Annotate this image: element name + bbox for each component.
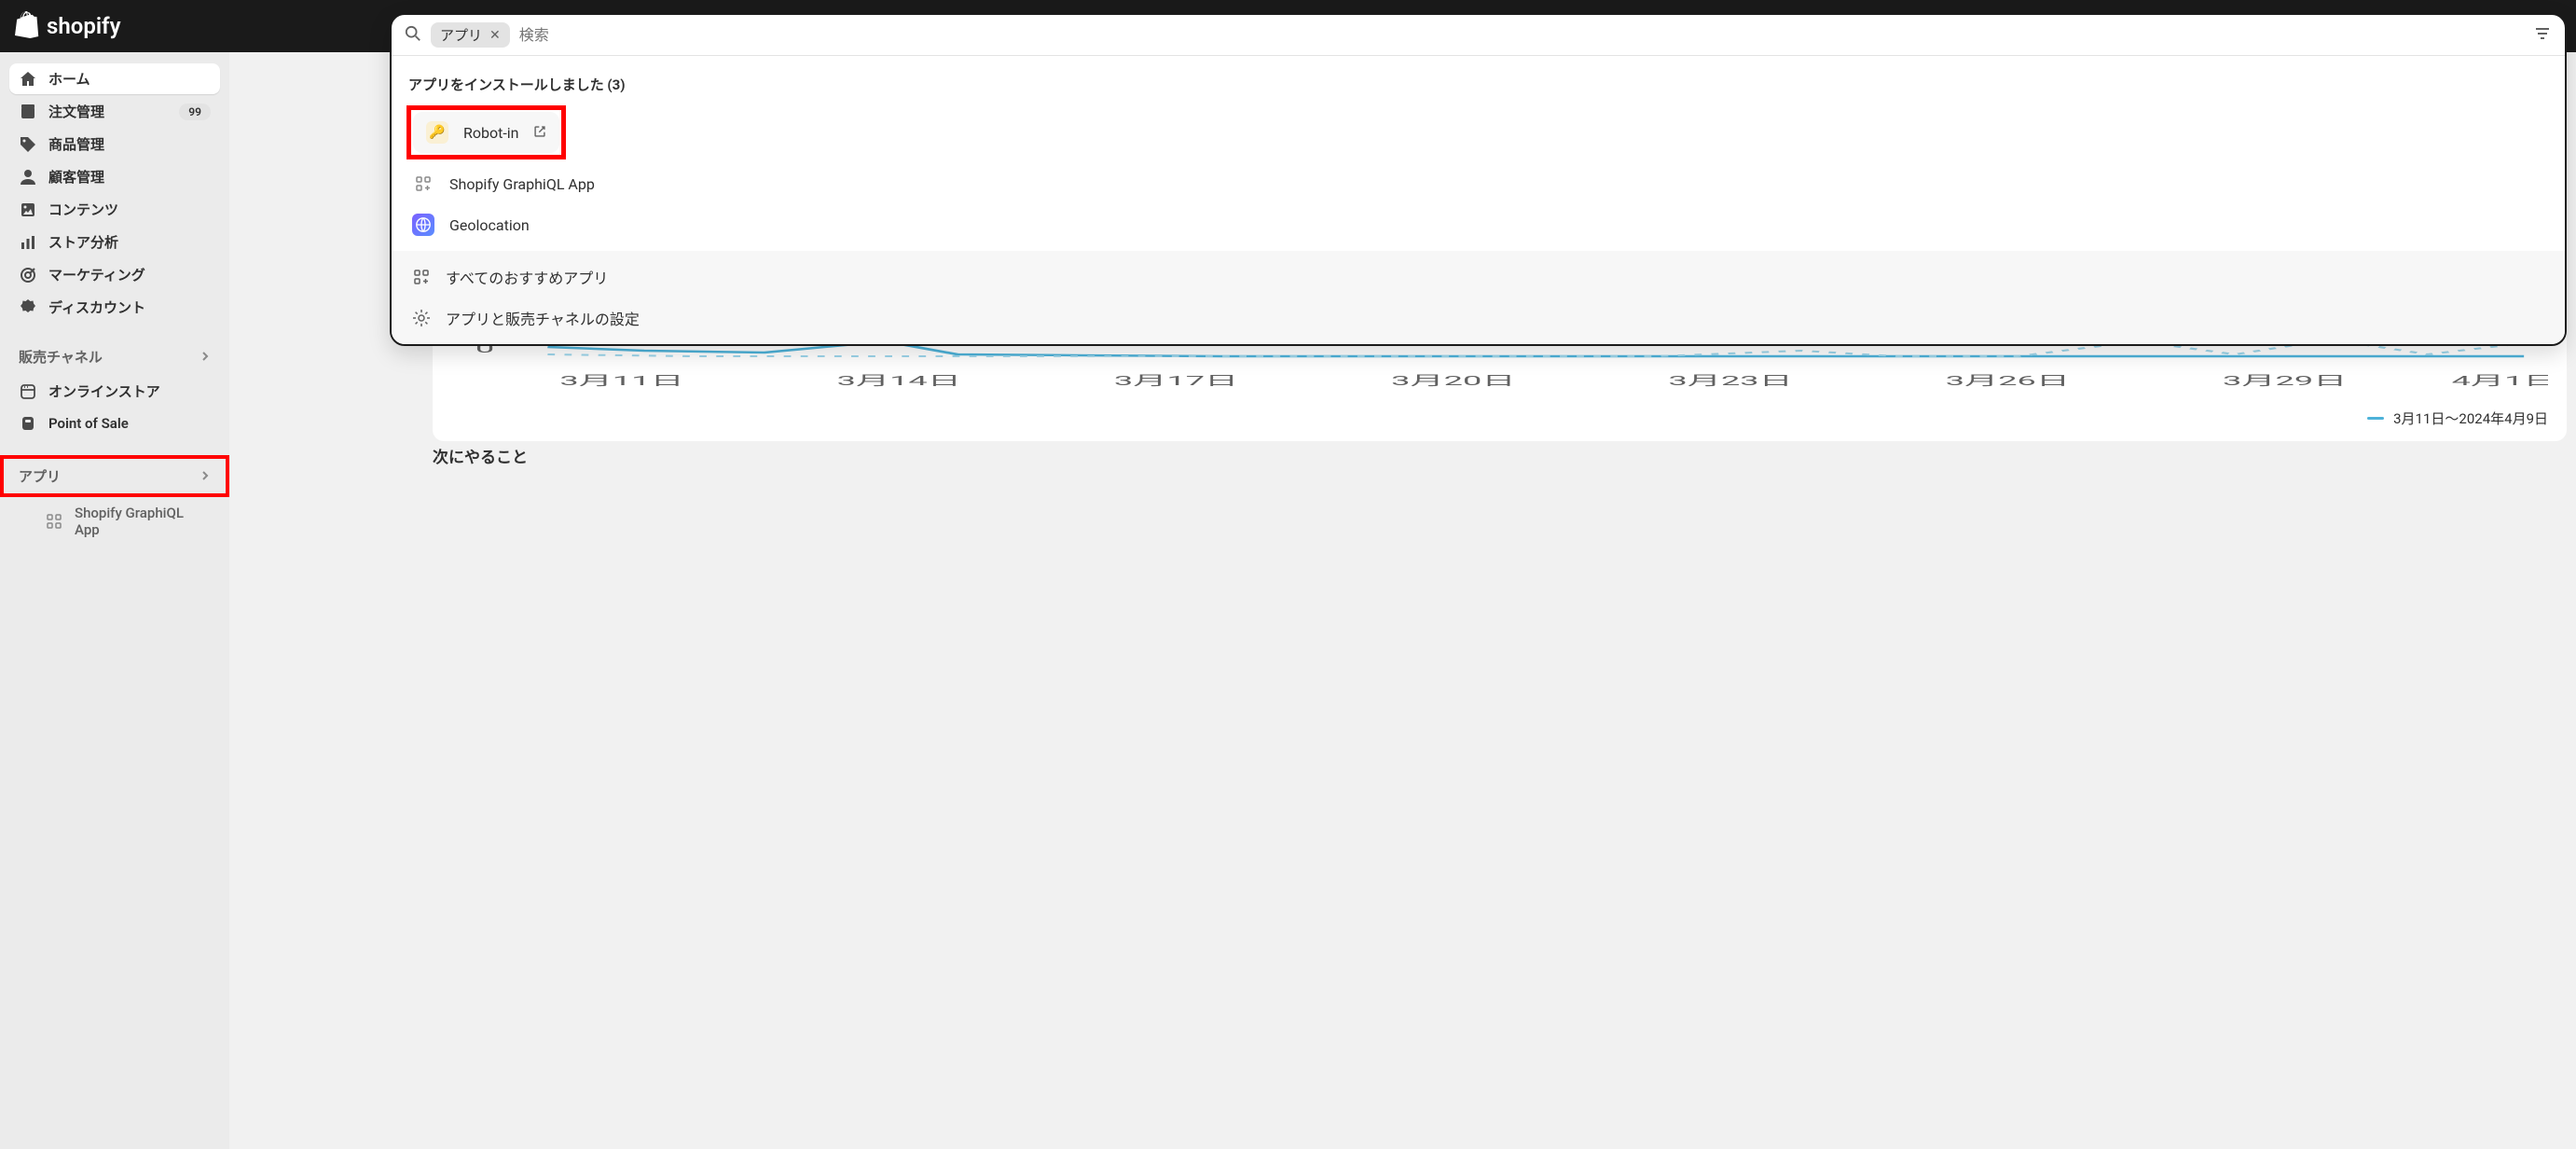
store-icon [19, 382, 37, 401]
sidebar-item-marketing[interactable]: マーケティング [9, 259, 220, 290]
footer-recommended-apps[interactable]: すべてのおすすめアプリ [399, 256, 2557, 298]
sidebar-item-label: 顧客管理 [48, 167, 211, 187]
chevron-right-icon [200, 349, 211, 366]
footer-app-settings[interactable]: アプリと販売チャネルの設定 [399, 298, 2557, 339]
sidebar-item-label: 商品管理 [48, 134, 211, 154]
gear-icon [412, 309, 431, 327]
section-sales-channels[interactable]: 販売チャネル [9, 339, 220, 374]
sidebar-item-graphiql[interactable]: Shopify GraphiQL App [9, 499, 220, 544]
sidebar-item-pos[interactable]: Point of Sale [9, 408, 220, 438]
next-section-heading: 次にやること [433, 444, 528, 467]
sidebar-item-label: マーケティング [48, 265, 211, 284]
sidebar-item-label: 注文管理 [48, 102, 168, 121]
sidebar-item-products[interactable]: 商品管理 [9, 129, 220, 159]
legend-label: 3月11日～2024年4月9日 [2393, 408, 2548, 428]
x-tick: 3月26日 [1946, 373, 2070, 388]
sidebar: ホーム 注文管理 99 商品管理 顧客管理 コンテンツ [0, 52, 229, 1149]
grid-plus-icon [412, 173, 434, 195]
close-icon[interactable]: ✕ [489, 28, 501, 43]
sidebar-item-customers[interactable]: 顧客管理 [9, 161, 220, 192]
home-icon [19, 70, 37, 89]
analytics-icon [19, 233, 37, 252]
sidebar-item-discounts[interactable]: ディスカウント [9, 292, 220, 323]
main-content: アプリ ✕ アプリをインストールしました (3) 🔑 Robot-in [229, 52, 2576, 1149]
x-tick: 3月23日 [1668, 373, 1792, 388]
chart-legend: 3月11日～2024年4月9日 [451, 408, 2548, 428]
x-tick: 4月1日 [2452, 373, 2548, 388]
x-tick: 3月29日 [2223, 373, 2347, 388]
dropdown-heading: アプリをインストールしました (3) [399, 67, 2557, 102]
pos-icon [19, 414, 37, 433]
section-label: 販売チャネル [19, 347, 103, 367]
sidebar-item-label: Point of Sale [48, 415, 211, 432]
grid-icon [45, 512, 63, 531]
customers-icon [19, 168, 37, 187]
discounts-icon [19, 298, 37, 317]
sidebar-item-home[interactable]: ホーム [9, 63, 220, 94]
search-input[interactable] [519, 26, 2524, 44]
globe-icon [412, 214, 434, 236]
footer-label: アプリと販売チャネルの設定 [446, 307, 640, 329]
orders-badge: 99 [179, 104, 211, 120]
x-tick: 3月17日 [1114, 373, 1238, 388]
grid-plus-icon [412, 268, 431, 286]
search-chip[interactable]: アプリ ✕ [431, 22, 510, 48]
x-tick: 3月11日 [559, 373, 683, 388]
shopify-bag-icon [15, 11, 41, 41]
search-icon [405, 25, 421, 46]
app-item-geolocation[interactable]: Geolocation [399, 204, 2557, 245]
external-link-icon [533, 124, 546, 142]
content-icon [19, 201, 37, 219]
search-dropdown: アプリ ✕ アプリをインストールしました (3) 🔑 Robot-in [390, 13, 2567, 346]
brand-text: shopify [47, 13, 121, 39]
app-name: Geolocation [449, 216, 530, 234]
logo: shopify [15, 11, 121, 41]
sidebar-item-analytics[interactable]: ストア分析 [9, 227, 220, 257]
chip-label: アプリ [440, 25, 482, 45]
sidebar-item-label: Shopify GraphiQL App [75, 505, 211, 538]
products-icon [19, 135, 37, 154]
app-name: Robot-in [463, 124, 518, 142]
sidebar-item-orders[interactable]: 注文管理 99 [9, 96, 220, 127]
app-item-graphiql[interactable]: Shopify GraphiQL App [399, 163, 2557, 204]
app-name: Shopify GraphiQL App [449, 175, 595, 193]
legend-swatch [2367, 417, 2384, 420]
sidebar-item-label: ストア分析 [48, 232, 211, 252]
sidebar-item-label: コンテンツ [48, 200, 211, 219]
sidebar-item-label: オンラインストア [48, 381, 211, 401]
sidebar-item-online-store[interactable]: オンラインストア [9, 376, 220, 407]
footer-label: すべてのおすすめアプリ [446, 266, 608, 288]
orders-icon [19, 103, 37, 121]
marketing-icon [19, 266, 37, 284]
sidebar-item-content[interactable]: コンテンツ [9, 194, 220, 225]
x-tick: 3月20日 [1391, 373, 1515, 388]
sidebar-item-label: ホーム [48, 69, 211, 89]
section-apps[interactable]: アプリ [9, 459, 220, 493]
x-tick: 3月14日 [837, 373, 961, 388]
chevron-right-icon [200, 468, 211, 485]
app-item-robot-in[interactable]: 🔑 Robot-in [413, 112, 559, 153]
key-icon: 🔑 [426, 121, 448, 144]
sidebar-item-label: ディスカウント [48, 298, 211, 317]
section-label: アプリ [19, 466, 61, 486]
filter-icon[interactable] [2533, 24, 2552, 47]
search-bar: アプリ ✕ [392, 15, 2565, 56]
